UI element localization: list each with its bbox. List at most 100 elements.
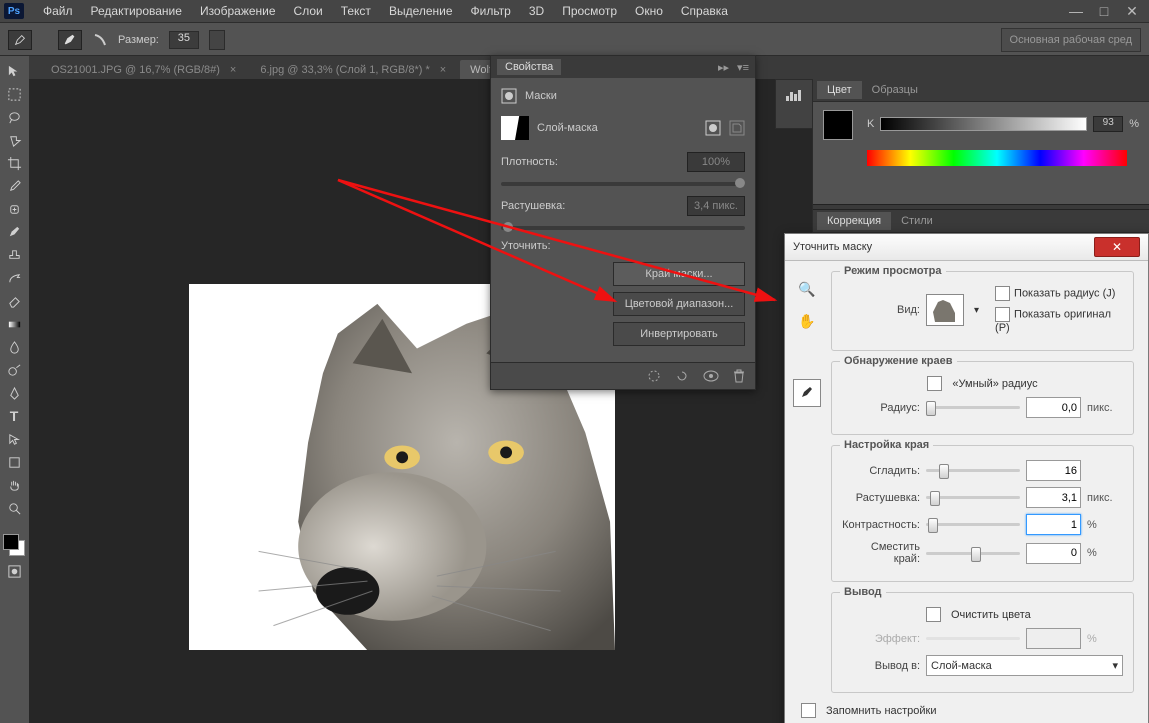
quick-select-tool[interactable] [2,129,26,151]
view-mode-group: Режим просмотра Вид: ▾ Показать радиус (… [831,271,1134,351]
smart-radius-checkbox[interactable] [927,376,942,391]
zoom-tool-icon[interactable]: 🔍 [793,275,821,303]
shape-tool[interactable] [2,451,26,473]
history-brush-tool[interactable] [2,267,26,289]
delete-mask-icon[interactable] [733,369,745,383]
tab-swatches[interactable]: Образцы [862,81,928,99]
marquee-tool[interactable] [2,83,26,105]
histogram-icon[interactable] [780,83,808,107]
smooth-slider[interactable] [926,469,1020,472]
airbrush-icon[interactable] [92,32,108,48]
load-selection-icon[interactable] [647,369,661,383]
density-slider[interactable] [501,182,745,186]
radius-slider[interactable] [926,406,1020,409]
maximize-button[interactable]: □ [1091,3,1117,19]
menu-text[interactable]: Текст [332,2,380,20]
dlg-feather-input[interactable] [1026,487,1081,508]
pixel-mask-icon[interactable] [705,120,721,136]
path-select-tool[interactable] [2,428,26,450]
quickmask-toggle[interactable] [2,560,26,582]
blur-tool[interactable] [2,336,26,358]
edge-detection-legend: Обнаружение краев [840,355,957,367]
dialog-close-button[interactable]: ✕ [1094,237,1140,257]
properties-title[interactable]: Свойства [497,59,561,75]
brush-tool[interactable] [2,221,26,243]
type-tool[interactable]: T [2,405,26,427]
hand-tool[interactable] [2,474,26,496]
zoom-tool[interactable] [2,497,26,519]
output-to-select[interactable]: Слой-маска▾ [926,655,1123,676]
workspace-switcher[interactable]: Основная рабочая сред [1001,28,1141,52]
contrast-input[interactable] [1026,514,1081,535]
panel-menu-icon[interactable]: ▾≡ [737,61,749,74]
tab-adjustments[interactable]: Коррекция [817,212,891,230]
density-label: Плотность: [501,156,687,168]
apply-mask-icon[interactable] [675,369,689,383]
remember-checkbox[interactable] [801,703,816,718]
color-swatch[interactable] [823,110,853,140]
menu-file[interactable]: Файл [34,2,82,20]
document-tab[interactable]: OS21001.JPG @ 16,7% (RGB/8#)× [41,60,246,80]
size-input[interactable]: 35 [169,31,199,49]
brush-preview[interactable] [58,30,82,50]
tool-preset[interactable] [8,30,32,50]
radius-input[interactable] [1026,397,1081,418]
feather-value[interactable]: 3,4 пикс. [687,196,745,216]
view-thumbnail[interactable] [926,294,964,326]
pen-tool[interactable] [2,382,26,404]
collapsed-dock[interactable] [775,79,813,129]
crop-tool[interactable] [2,152,26,174]
k-value[interactable]: 93 [1093,116,1123,132]
decontaminate-checkbox[interactable] [926,607,941,622]
show-original-checkbox[interactable] [995,307,1010,322]
k-slider[interactable] [880,117,1087,131]
menu-layer[interactable]: Слои [285,2,332,20]
menu-edit[interactable]: Редактирование [82,2,191,20]
shift-input[interactable] [1026,543,1081,564]
minimize-button[interactable]: — [1063,3,1089,19]
lasso-tool[interactable] [2,106,26,128]
gradient-tool[interactable] [2,313,26,335]
feather-slider[interactable] [501,226,745,230]
vector-mask-icon[interactable] [729,120,745,136]
heal-tool[interactable] [2,198,26,220]
stamp-tool[interactable] [2,244,26,266]
smooth-input[interactable] [1026,460,1081,481]
density-value[interactable]: 100% [687,152,745,172]
menu-3d[interactable]: 3D [520,2,553,20]
shift-slider[interactable] [926,552,1020,555]
layer-mask-thumb[interactable] [501,116,529,140]
eyedropper-tool[interactable] [2,175,26,197]
eraser-tool[interactable] [2,290,26,312]
hand-tool-icon[interactable]: ✋ [793,307,821,335]
toggle-mask-icon[interactable] [703,370,719,382]
dlg-feather-slider[interactable] [926,496,1020,499]
menu-select[interactable]: Выделение [380,2,462,20]
tab-styles[interactable]: Стили [891,212,943,230]
refine-brush-tool[interactable] [793,379,821,407]
panel-collapse-icon[interactable]: ▸▸ [718,61,729,74]
color-range-button[interactable]: Цветовой диапазон... [613,292,745,316]
dodge-tool[interactable] [2,359,26,381]
dialog-titlebar[interactable]: Уточнить маску ✕ [785,234,1148,261]
menu-filter[interactable]: Фильтр [462,2,520,20]
menu-view[interactable]: Просмотр [553,2,626,20]
smart-radius-label: «Умный» радиус [952,378,1037,390]
menu-window[interactable]: Окно [626,2,672,20]
spectrum-bar[interactable] [867,150,1127,166]
menu-help[interactable]: Справка [672,2,737,20]
tab-color[interactable]: Цвет [817,81,862,99]
contrast-slider[interactable] [926,523,1020,526]
foreground-background-swatch[interactable] [3,534,25,556]
move-tool[interactable] [2,60,26,82]
size-dropdown[interactable] [209,30,225,50]
mask-edge-button[interactable]: Край маски... [613,262,745,286]
invert-button[interactable]: Инвертировать [613,322,745,346]
close-button[interactable]: ✕ [1119,3,1145,19]
close-tab-icon[interactable]: × [230,64,236,76]
menu-image[interactable]: Изображение [191,2,285,20]
document-tab[interactable]: 6.jpg @ 33,3% (Слой 1, RGB/8*) *× [250,60,456,80]
show-radius-checkbox[interactable] [995,286,1010,301]
close-tab-icon[interactable]: × [440,64,446,76]
view-label: Вид: [842,304,920,316]
